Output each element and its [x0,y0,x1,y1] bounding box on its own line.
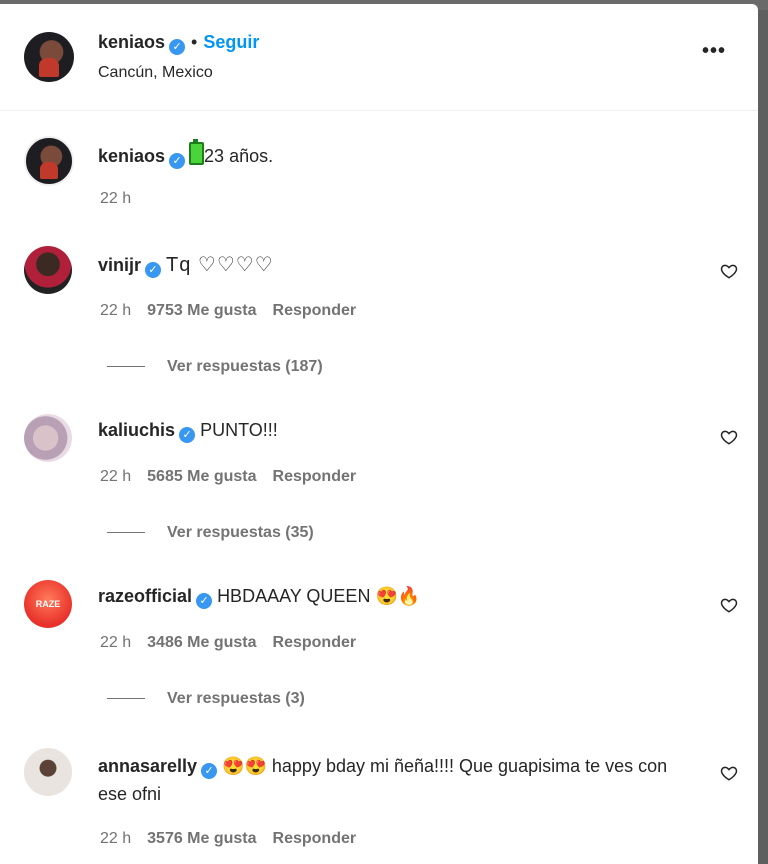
view-replies-button[interactable]: Ver respuestas (3) [107,690,305,708]
comment-username[interactable]: annasarelly [98,756,197,776]
verified-badge-icon: ✓ [169,39,186,55]
avatar-logo-text: RAZE [35,599,61,609]
reply-button[interactable]: Responder [273,830,357,847]
comment-username[interactable]: kaliuchis [98,420,175,440]
comment-time[interactable]: 22 h [100,634,131,651]
likes-count[interactable]: 3576 Me gusta [147,830,256,847]
comment-meta: 22 h 3486 Me gusta Responder [100,634,356,652]
comment-row: kaliuchis ✓ PUNTO!!! [98,420,278,443]
divider-line [107,532,145,534]
like-heart-icon[interactable] [720,428,738,446]
comment-text: HBDAAAY QUEEN 😍🔥 [217,586,421,606]
like-heart-icon[interactable] [720,764,738,782]
comment-text: Tq ♡♡♡♡ [166,254,274,276]
caption-time[interactable]: 22 h [100,190,131,207]
post-username[interactable]: keniaos [98,32,165,52]
comment-avatar[interactable]: RAZE [24,580,72,628]
divider-line [107,698,145,700]
view-replies-button[interactable]: Ver respuestas (35) [107,524,314,542]
verified-badge-icon: ✓ [201,763,218,779]
caption-username[interactable]: keniaos [98,146,165,166]
like-heart-icon[interactable] [720,596,738,614]
view-replies-label: Ver respuestas (187) [167,358,323,375]
comment-avatar[interactable] [24,246,72,294]
header-title-row: keniaos ✓ • Seguir [98,32,259,55]
comment-avatar[interactable] [24,414,72,462]
likes-count[interactable]: 5685 Me gusta [147,468,256,485]
separator-dot: • [191,32,198,52]
comment-row: vinijr ✓ Tq ♡♡♡♡ [98,252,274,278]
view-replies-label: Ver respuestas (35) [167,524,314,541]
follow-button[interactable]: Seguir [203,32,259,52]
comment-row: annasarelly ✓ 😍😍 happy bday mi ñeña!!!! Q… [98,752,698,808]
comment-username[interactable]: razeofficial [98,586,192,606]
post-location[interactable]: Cancún, Mexico [98,64,213,82]
comment-text: PUNTO!!! [200,420,278,440]
verified-badge-icon: ✓ [196,593,213,609]
reply-button[interactable]: Responder [273,468,357,485]
caption-meta: 22 h [100,190,131,208]
view-replies-label: Ver respuestas (3) [167,690,305,707]
post-comments-panel: keniaos ✓ • Seguir Cancún, Mexico ••• kenia… [0,4,758,864]
verified-badge-icon: ✓ [145,262,162,278]
verified-badge-icon: ✓ [169,153,186,169]
comment-meta: 22 h 9753 Me gusta Responder [100,302,356,320]
comment-time[interactable]: 22 h [100,468,131,485]
reply-button[interactable]: Responder [273,302,357,319]
view-replies-button[interactable]: Ver respuestas (187) [107,358,323,376]
caption-row: keniaos ✓ 23 años. [98,139,274,169]
comment-avatar[interactable] [24,748,72,796]
likes-count[interactable]: 3486 Me gusta [147,634,256,651]
comment-meta: 22 h 5685 Me gusta Responder [100,468,356,486]
more-options-icon[interactable]: ••• [702,40,726,63]
reply-button[interactable]: Responder [273,634,357,651]
caption-text: 23 años. [204,146,274,166]
comment-time[interactable]: 22 h [100,830,131,847]
battery-emoji-icon [189,139,205,165]
caption-avatar[interactable] [24,136,74,186]
verified-badge-icon: ✓ [179,427,196,443]
comment-time[interactable]: 22 h [100,302,131,319]
comment-meta: 22 h 3576 Me gusta Responder [100,830,356,848]
comment-row: razeofficial ✓ HBDAAAY QUEEN 😍🔥 [98,586,420,609]
like-heart-icon[interactable] [720,262,738,280]
comment-username[interactable]: vinijr [98,255,141,275]
divider-line [107,366,145,368]
avatar[interactable] [24,32,74,82]
likes-count[interactable]: 9753 Me gusta [147,302,256,319]
post-header: keniaos ✓ • Seguir Cancún, Mexico ••• [0,4,758,111]
